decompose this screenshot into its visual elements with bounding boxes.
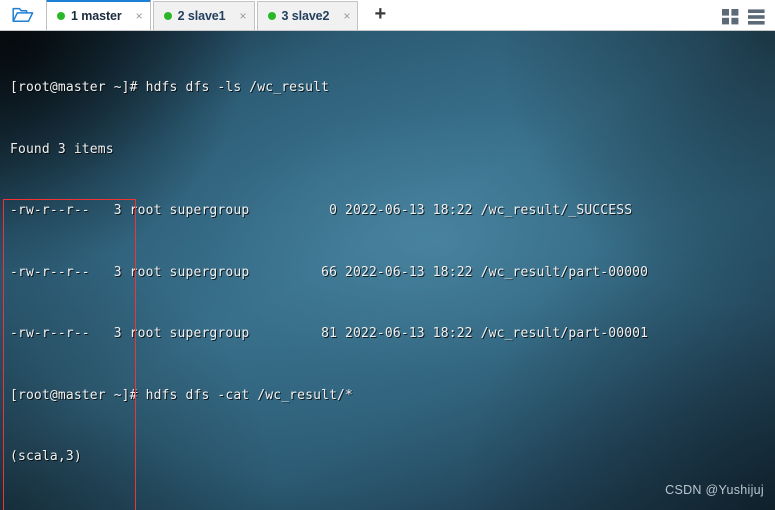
terminal-line: (scala,3) — [10, 449, 82, 464]
terminal-line: -rw-r--r-- 3 root supergroup 66 2022-06-… — [10, 264, 649, 280]
close-icon[interactable]: × — [329, 10, 350, 22]
open-folder-icon — [12, 6, 34, 24]
terminal-line: [root@master ~]# hdfs dfs -cat /wc_resul… — [10, 387, 353, 403]
terminal-line: [root@master ~]# hdfs dfs -ls /wc_result — [10, 80, 330, 95]
tab-label: 2 slave1 — [177, 9, 226, 23]
tab-label: 3 slave2 — [281, 9, 330, 23]
close-icon[interactable]: × — [122, 10, 143, 22]
tab-master[interactable]: 1 master × — [46, 0, 151, 30]
close-icon[interactable]: × — [226, 10, 247, 22]
terminal-pane[interactable]: [root@master ~]# hdfs dfs -ls /wc_result… — [0, 31, 775, 510]
terminal-line: -rw-r--r-- 3 root supergroup 0 2022-06-1… — [10, 203, 633, 218]
terminal-line: -rw-r--r-- 3 root supergroup 81 2022-06-… — [10, 326, 649, 341]
terminal-line: Found 3 items — [10, 141, 114, 157]
list-view-icon[interactable] — [748, 9, 765, 25]
watermark: CSDN @Yushijuj — [665, 483, 764, 497]
status-dot-icon — [57, 12, 65, 20]
terminal-output: [root@master ~]# hdfs dfs -ls /wc_result… — [0, 31, 648, 510]
open-folder-button[interactable] — [0, 0, 46, 30]
grid-view-icon[interactable] — [722, 9, 739, 25]
tab-label: 1 master — [71, 9, 122, 23]
tab-slave2[interactable]: 3 slave2 × — [256, 1, 359, 30]
status-dot-icon — [267, 12, 276, 20]
tab-bar: 1 master × 2 slave1 × 3 slave2 × + — [0, 0, 775, 31]
status-dot-icon — [163, 12, 172, 20]
new-tab-button[interactable]: + — [364, 1, 396, 30]
tab-slave1[interactable]: 2 slave1 × — [152, 1, 255, 30]
view-mode-controls — [722, 9, 775, 30]
terminal-app-window: 1 master × 2 slave1 × 3 slave2 × + [root… — [0, 0, 775, 510]
